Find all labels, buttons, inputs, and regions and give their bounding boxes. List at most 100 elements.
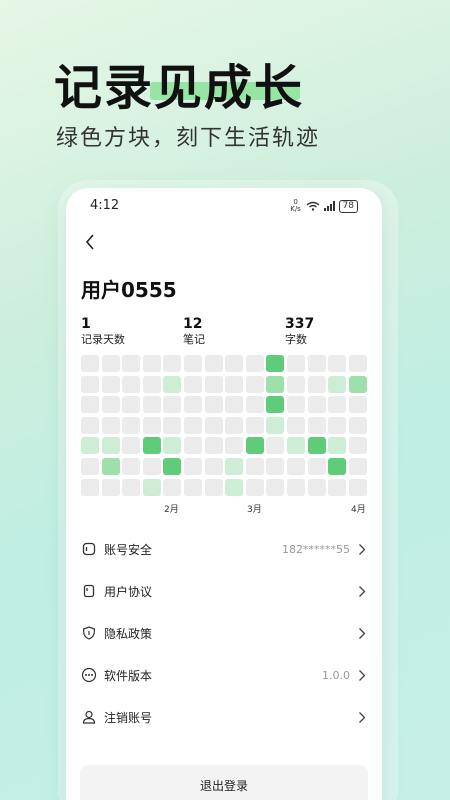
heatmap-cell <box>163 396 182 414</box>
month-label: 4月 <box>351 505 366 515</box>
stat-words: 337 字数 <box>285 316 314 348</box>
heatmap-cell <box>142 416 161 434</box>
document-icon <box>80 582 98 600</box>
heatmap-cell <box>287 437 305 455</box>
heatmap-cell <box>204 478 223 496</box>
heatmap-cell <box>163 478 182 496</box>
heatmap-cell <box>266 458 285 475</box>
heatmap-cell <box>81 355 99 372</box>
heatmap-cell <box>225 375 244 393</box>
heatmap-cell <box>81 437 99 455</box>
heatmap-cell <box>225 396 244 414</box>
heatmap-cell <box>142 478 161 496</box>
heatmap-cell <box>204 458 223 475</box>
signal-icon <box>323 201 335 211</box>
heatmap-cell <box>122 416 141 434</box>
heatmap-cell <box>307 437 326 455</box>
hero-title: 记录见成长 <box>54 60 305 116</box>
network-speed: 0 K/s <box>290 198 301 213</box>
heatmap-cell <box>163 355 182 372</box>
heatmap-cell <box>142 375 161 393</box>
heatmap-cell <box>184 458 202 475</box>
heatmap-cell <box>348 396 367 414</box>
heatmap-cell <box>266 355 285 372</box>
menu-item-user-agreement[interactable]: 用户协议 <box>66 570 382 612</box>
heatmap-cell <box>101 416 120 434</box>
heatmap-cell <box>225 458 244 475</box>
heatmap-cell <box>163 458 182 475</box>
menu-item-privacy-policy[interactable]: 隐私政策 <box>66 612 382 654</box>
chevron-right-icon <box>358 542 368 556</box>
menu-item-delete-account[interactable]: 注销账号 <box>66 696 382 738</box>
stat-label: 字数 <box>285 333 307 346</box>
heatmap-cell <box>184 355 202 372</box>
logout-button[interactable]: 退出登录 <box>80 765 368 800</box>
heatmap-cell <box>142 437 161 455</box>
heatmap-cell <box>184 437 202 455</box>
heatmap-cell <box>348 355 367 372</box>
menu-label: 软件版本 <box>104 668 153 683</box>
heatmap-cell <box>307 478 326 496</box>
heatmap-cell <box>328 416 347 434</box>
month-label: 2月 <box>164 505 179 515</box>
heatmap-cell <box>266 375 285 393</box>
chevron-right-icon <box>358 710 368 724</box>
heatmap-cell <box>348 458 367 475</box>
heatmap-cell <box>307 416 326 434</box>
heatmap-cell <box>328 396 347 414</box>
heatmap-cell <box>328 375 347 393</box>
heatmap-cell <box>101 375 120 393</box>
heatmap-cell <box>101 396 120 414</box>
heatmap-cell <box>348 375 367 393</box>
heatmap-cell <box>245 478 264 496</box>
heatmap-cell <box>204 437 223 455</box>
status-icons: 0 K/s 78 <box>290 199 358 213</box>
menu-label: 注销账号 <box>104 710 153 725</box>
heatmap-cell <box>122 458 141 475</box>
chevron-right-icon <box>358 626 368 640</box>
heatmap-cell <box>307 375 326 393</box>
heatmap-cell <box>287 416 305 434</box>
heatmap-cell <box>204 375 223 393</box>
menu-item-software-version[interactable]: 软件版本 1.0.0 <box>66 654 382 696</box>
heatmap-cell <box>328 478 347 496</box>
shield-icon <box>80 624 98 642</box>
heatmap-cell <box>81 375 99 393</box>
phone-screen: 4:12 0 K/s 78 用户0555 1 记录天数 12 笔记 337 字数 <box>66 188 382 800</box>
heatmap-cell <box>122 437 141 455</box>
heatmap-cell <box>142 396 161 414</box>
heatmap-cell <box>245 458 264 475</box>
heatmap-cell <box>328 458 347 475</box>
menu-label: 隐私政策 <box>104 626 153 641</box>
chevron-right-icon <box>358 668 368 682</box>
heatmap-cell <box>163 437 182 455</box>
heatmap-cell <box>307 355 326 372</box>
heatmap-cell <box>225 478 244 496</box>
battery-icon: 78 <box>338 199 358 213</box>
heatmap-cell <box>287 355 305 372</box>
stat-notes: 12 笔记 <box>183 316 205 348</box>
menu-label: 用户协议 <box>104 584 153 599</box>
heatmap-cell <box>225 437 244 455</box>
menu-item-account-security[interactable]: 账号安全 182******55 <box>66 528 382 570</box>
hero-subtitle: 绿色方块，刻下生活轨迹 <box>56 126 321 151</box>
heatmap-cell <box>204 355 223 372</box>
chevron-left-icon <box>85 234 94 250</box>
chevron-right-icon <box>358 584 368 598</box>
back-button[interactable] <box>80 232 100 252</box>
heatmap-cell <box>307 458 326 475</box>
heatmap-cell <box>245 416 264 434</box>
menu-value: 182******55 <box>282 542 350 556</box>
heatmap-cell <box>266 437 285 455</box>
status-time: 4:12 <box>90 198 120 213</box>
heatmap-cell <box>266 396 285 414</box>
menu-value: 1.0.0 <box>322 668 350 682</box>
username: 用户0555 <box>81 278 177 302</box>
heatmap-cell <box>142 458 161 475</box>
heatmap-cell <box>348 478 367 496</box>
stat-label: 笔记 <box>183 333 205 346</box>
heatmap-cell <box>101 458 120 475</box>
heatmap-cell <box>287 396 305 414</box>
heatmap-cell <box>266 416 285 434</box>
heatmap-cell <box>328 437 347 455</box>
